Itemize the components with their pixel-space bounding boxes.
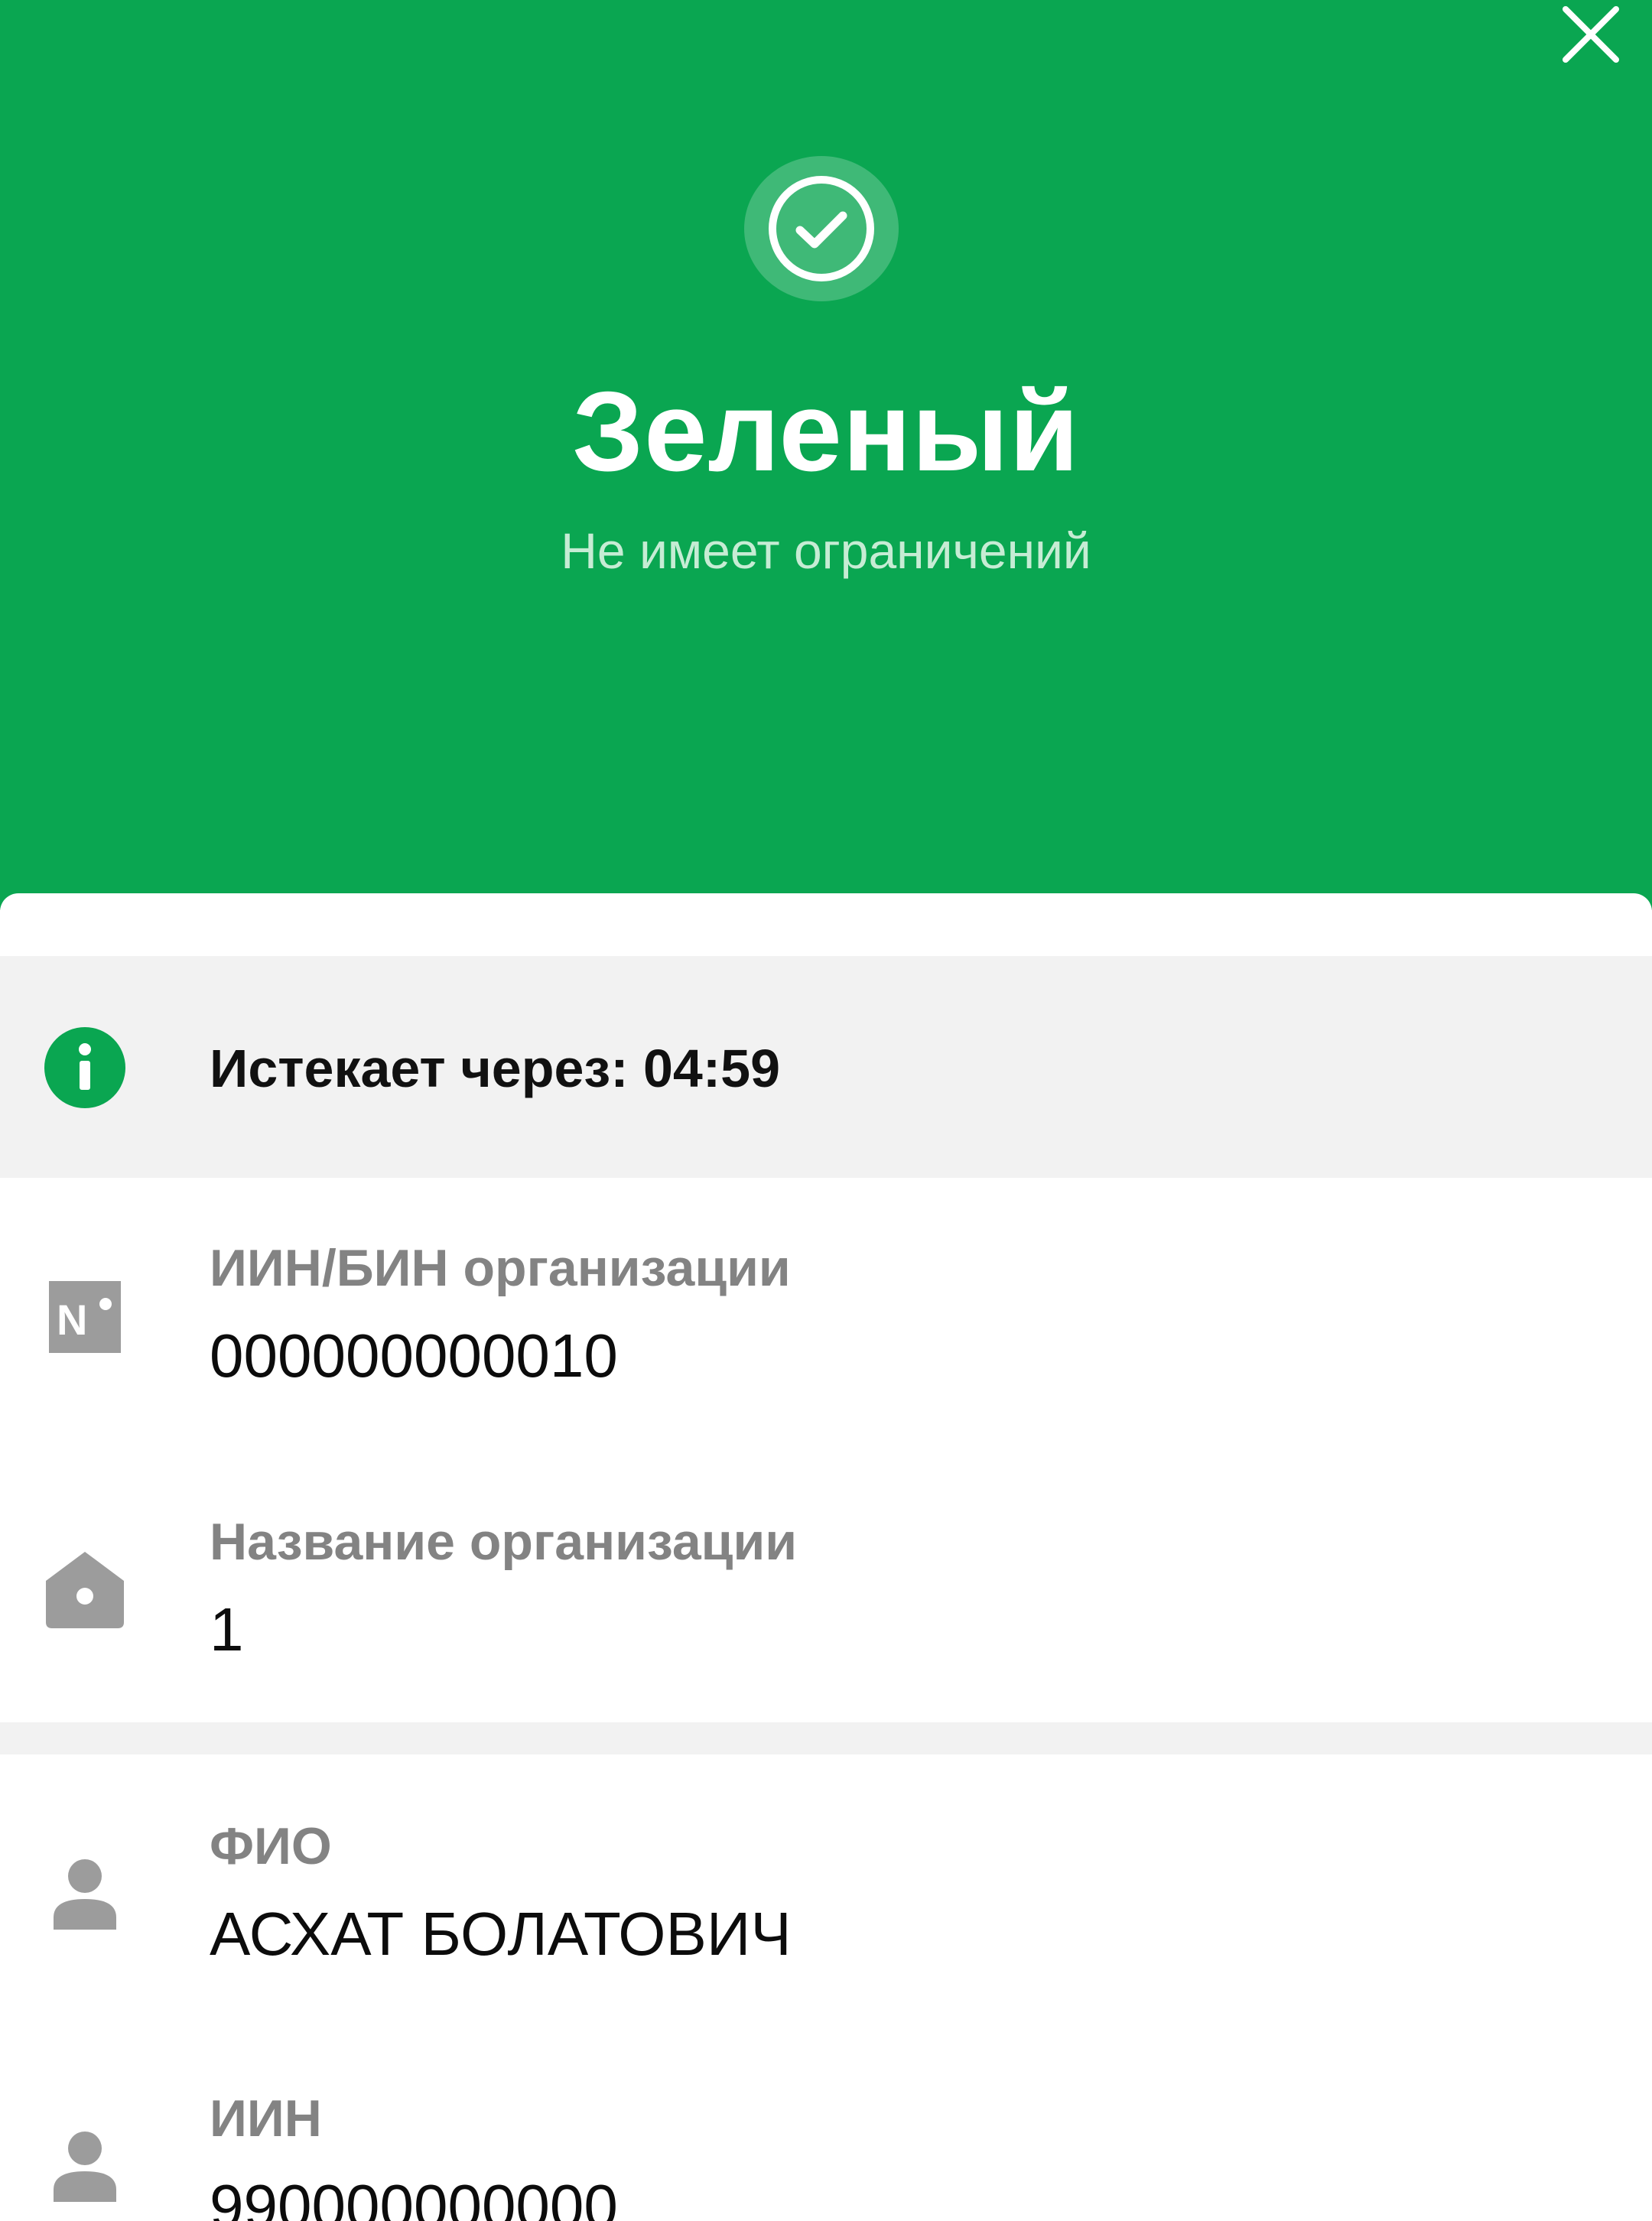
field-full-name: ФИО АСХАТ БОЛАТОВИЧ (0, 1802, 1652, 2008)
section-divider (0, 1722, 1652, 1754)
info-icon (44, 1027, 125, 1108)
field-label: ФИО (210, 1817, 332, 1875)
field-value: АСХАТ БОЛАТОВИЧ (210, 1900, 792, 1968)
expiry-text: Истекает через: 04:59 (210, 1039, 781, 1098)
field-org-bin: N ИИН/БИН организации 000000000010 (0, 1224, 1652, 1430)
check-circle-icon (769, 176, 874, 281)
building-icon (46, 1552, 124, 1628)
field-label: Название организации (210, 1513, 798, 1571)
close-button[interactable] (1553, 0, 1629, 69)
number-badge-icon: N (49, 1281, 121, 1353)
status-header: Зеленый Не имеет ограничений (0, 0, 1652, 910)
person-icon (54, 2132, 116, 2202)
status-icon-badge (744, 156, 899, 301)
expiry-notice: Истекает через: 04:59 (0, 956, 1652, 1178)
field-label: ИИН/БИН организации (210, 1239, 791, 1297)
field-value: 000000000010 (210, 1322, 618, 1390)
field-label: ИИН (210, 2089, 322, 2148)
field-iin: ИИН 990000000000 (0, 2074, 1652, 2221)
close-icon[interactable] (1561, 5, 1621, 64)
field-org-name: Название организации 1 (0, 1497, 1652, 1704)
result-screen: Зеленый Не имеет ограничений Истекает че… (0, 0, 1652, 2221)
field-value: 990000000000 (210, 2172, 618, 2221)
person-icon (54, 1859, 116, 1930)
field-value: 1 (210, 1595, 244, 1663)
svg-text:N: N (57, 1296, 87, 1344)
status-title: Зеленый (572, 369, 1080, 495)
status-subtitle: Не имеет ограничений (561, 522, 1091, 579)
